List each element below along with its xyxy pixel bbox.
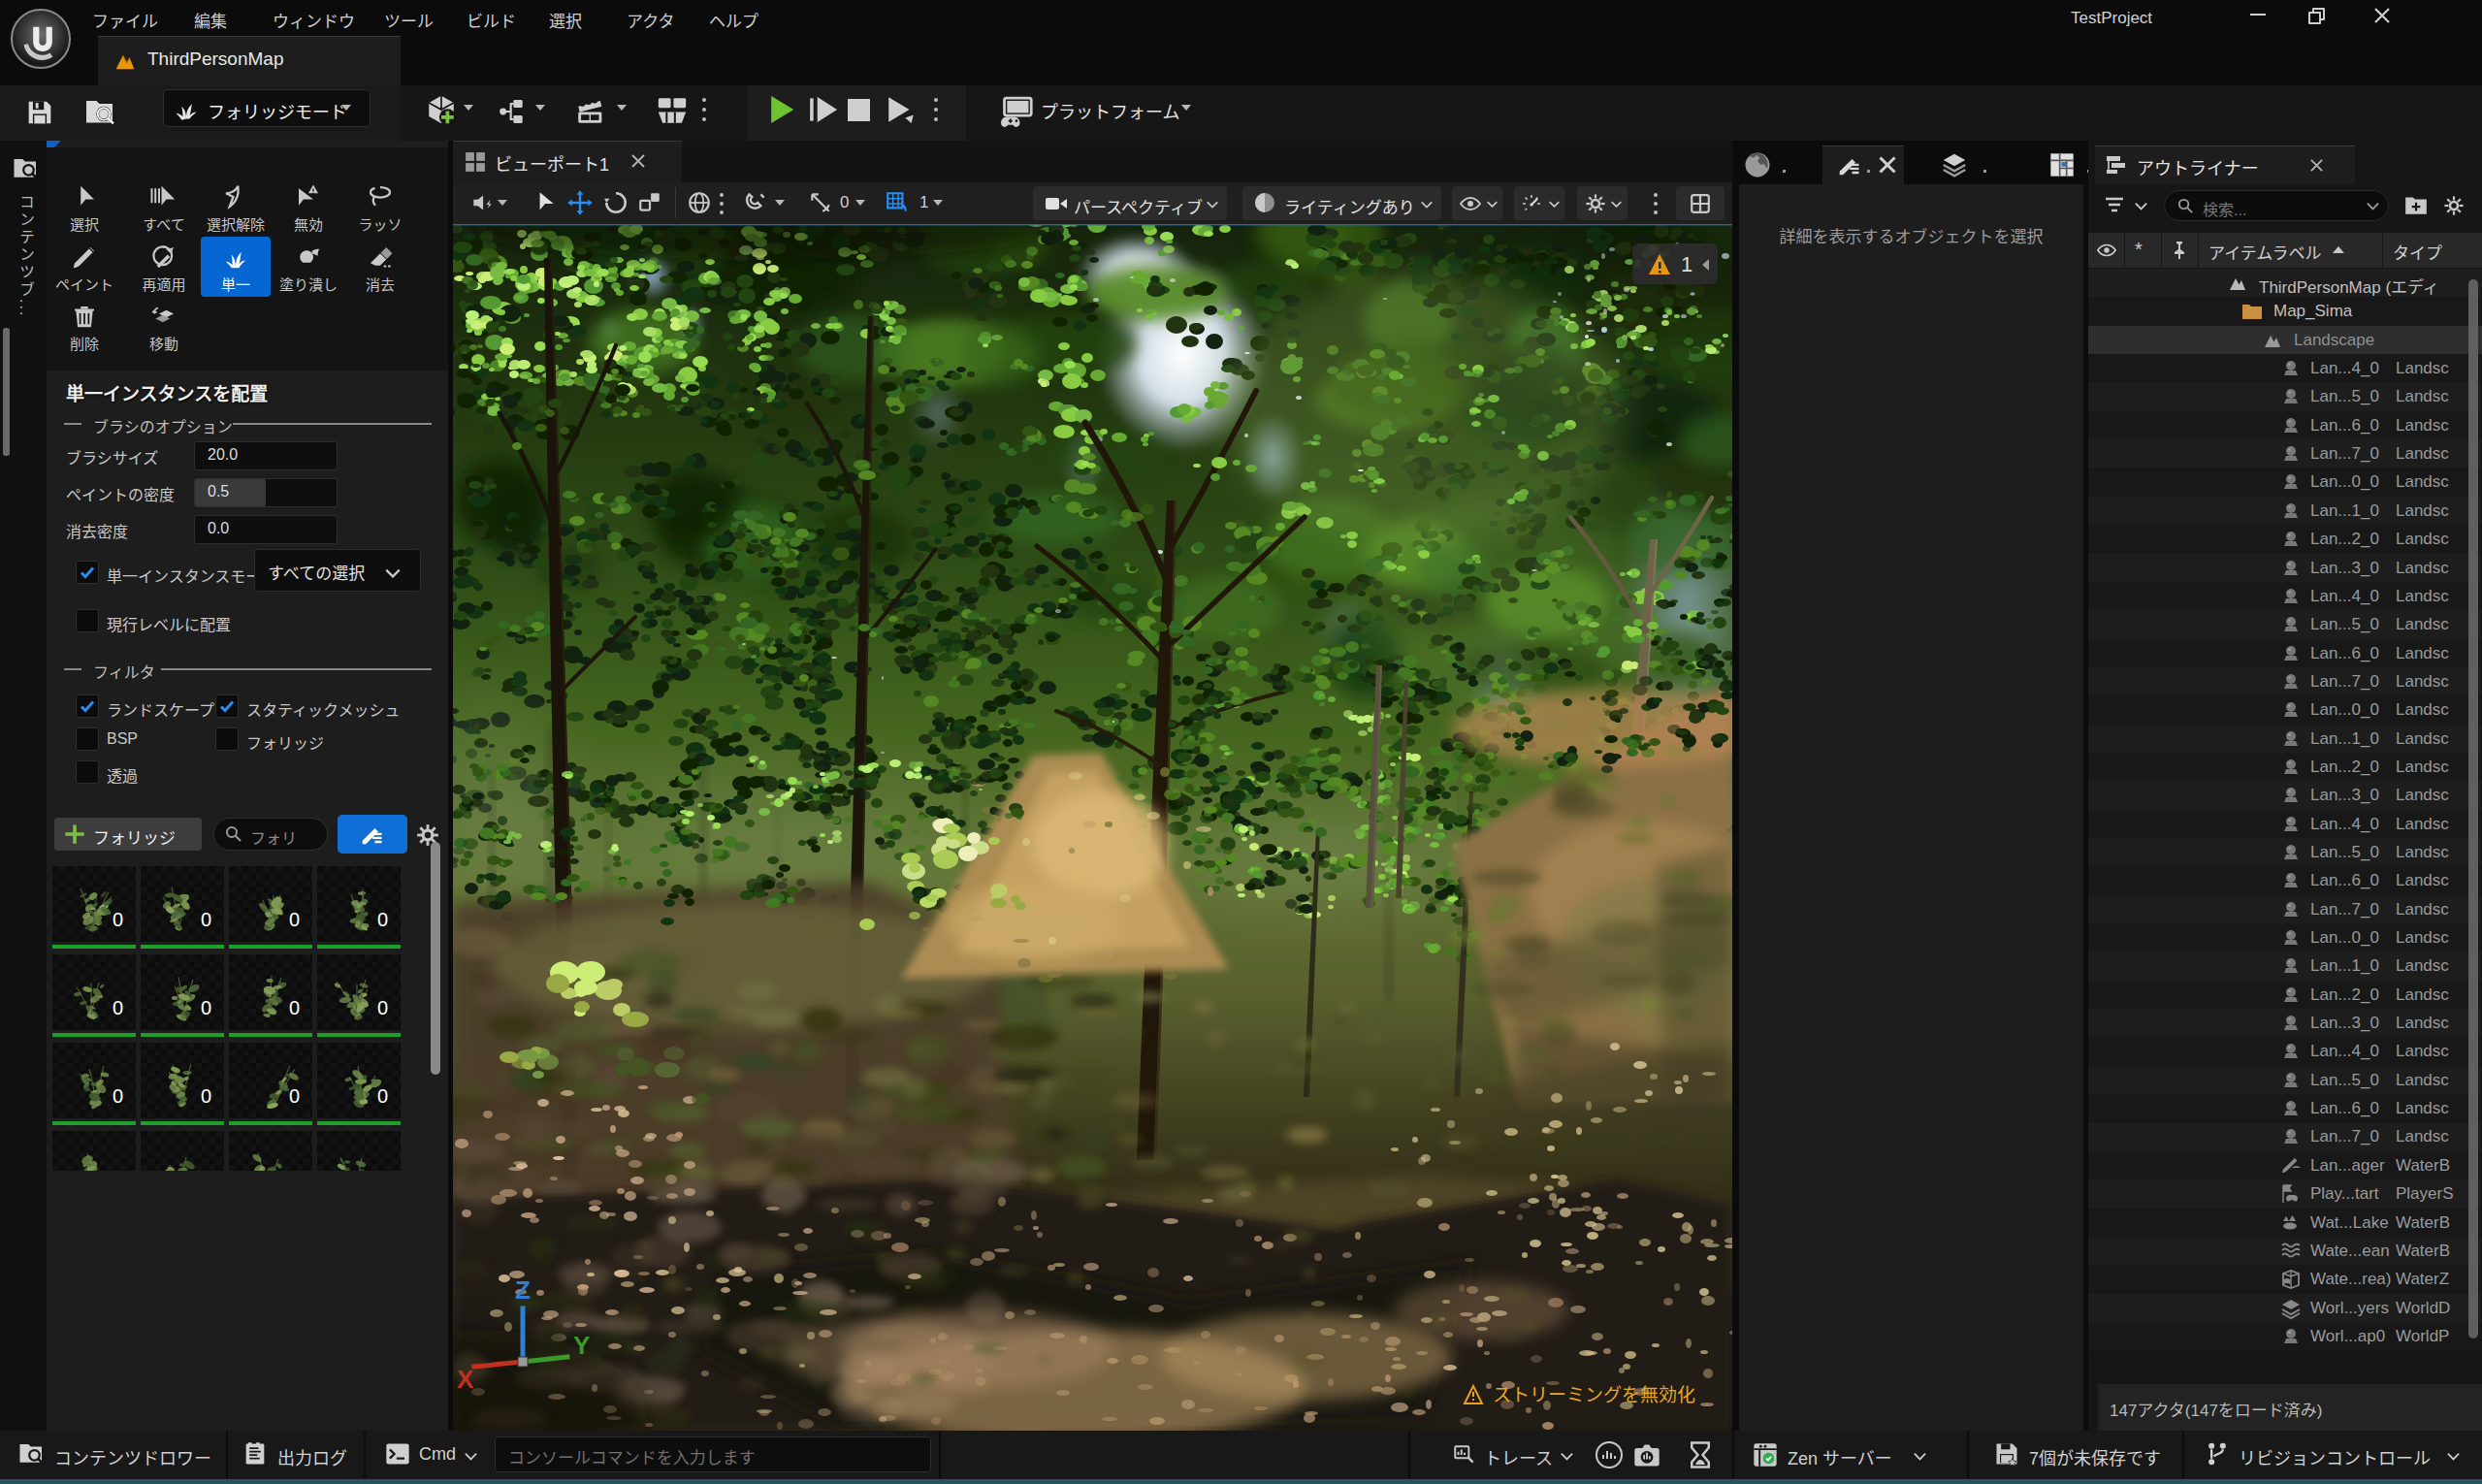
svg-text:Z: Z bbox=[515, 1275, 531, 1305]
svg-text:X: X bbox=[457, 1365, 474, 1394]
svg-text:ストリーミングを無効化: ストリーミングを無効化 bbox=[1493, 1385, 1695, 1405]
svg-text:1: 1 bbox=[1681, 252, 1692, 276]
svg-text:Y: Y bbox=[573, 1331, 590, 1360]
